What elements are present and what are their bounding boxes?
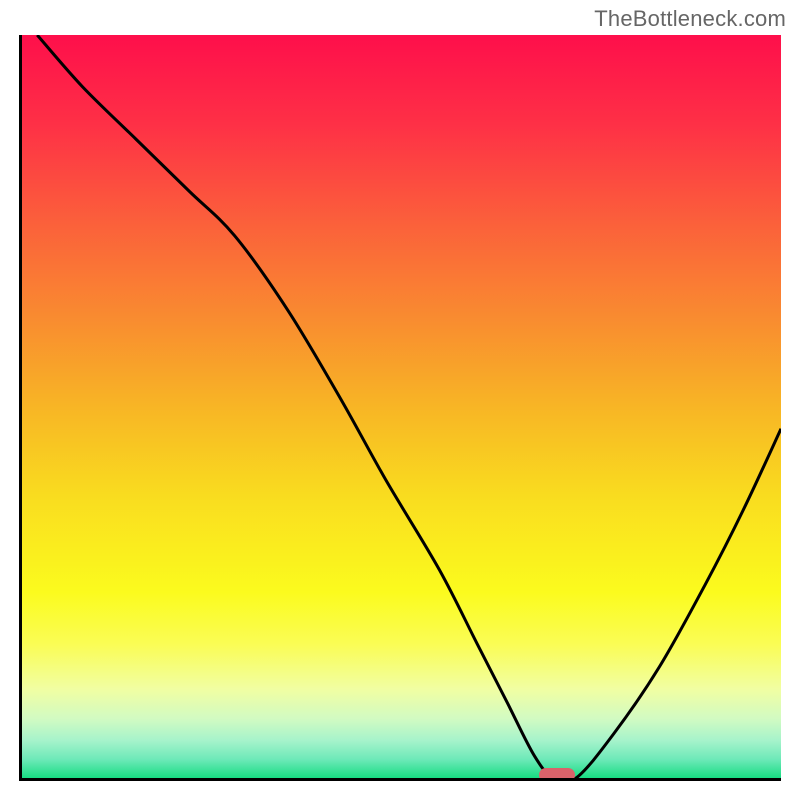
chart-container: TheBottleneck.com [0,0,800,800]
watermark-text: TheBottleneck.com [594,6,786,32]
axes-frame [19,35,781,781]
